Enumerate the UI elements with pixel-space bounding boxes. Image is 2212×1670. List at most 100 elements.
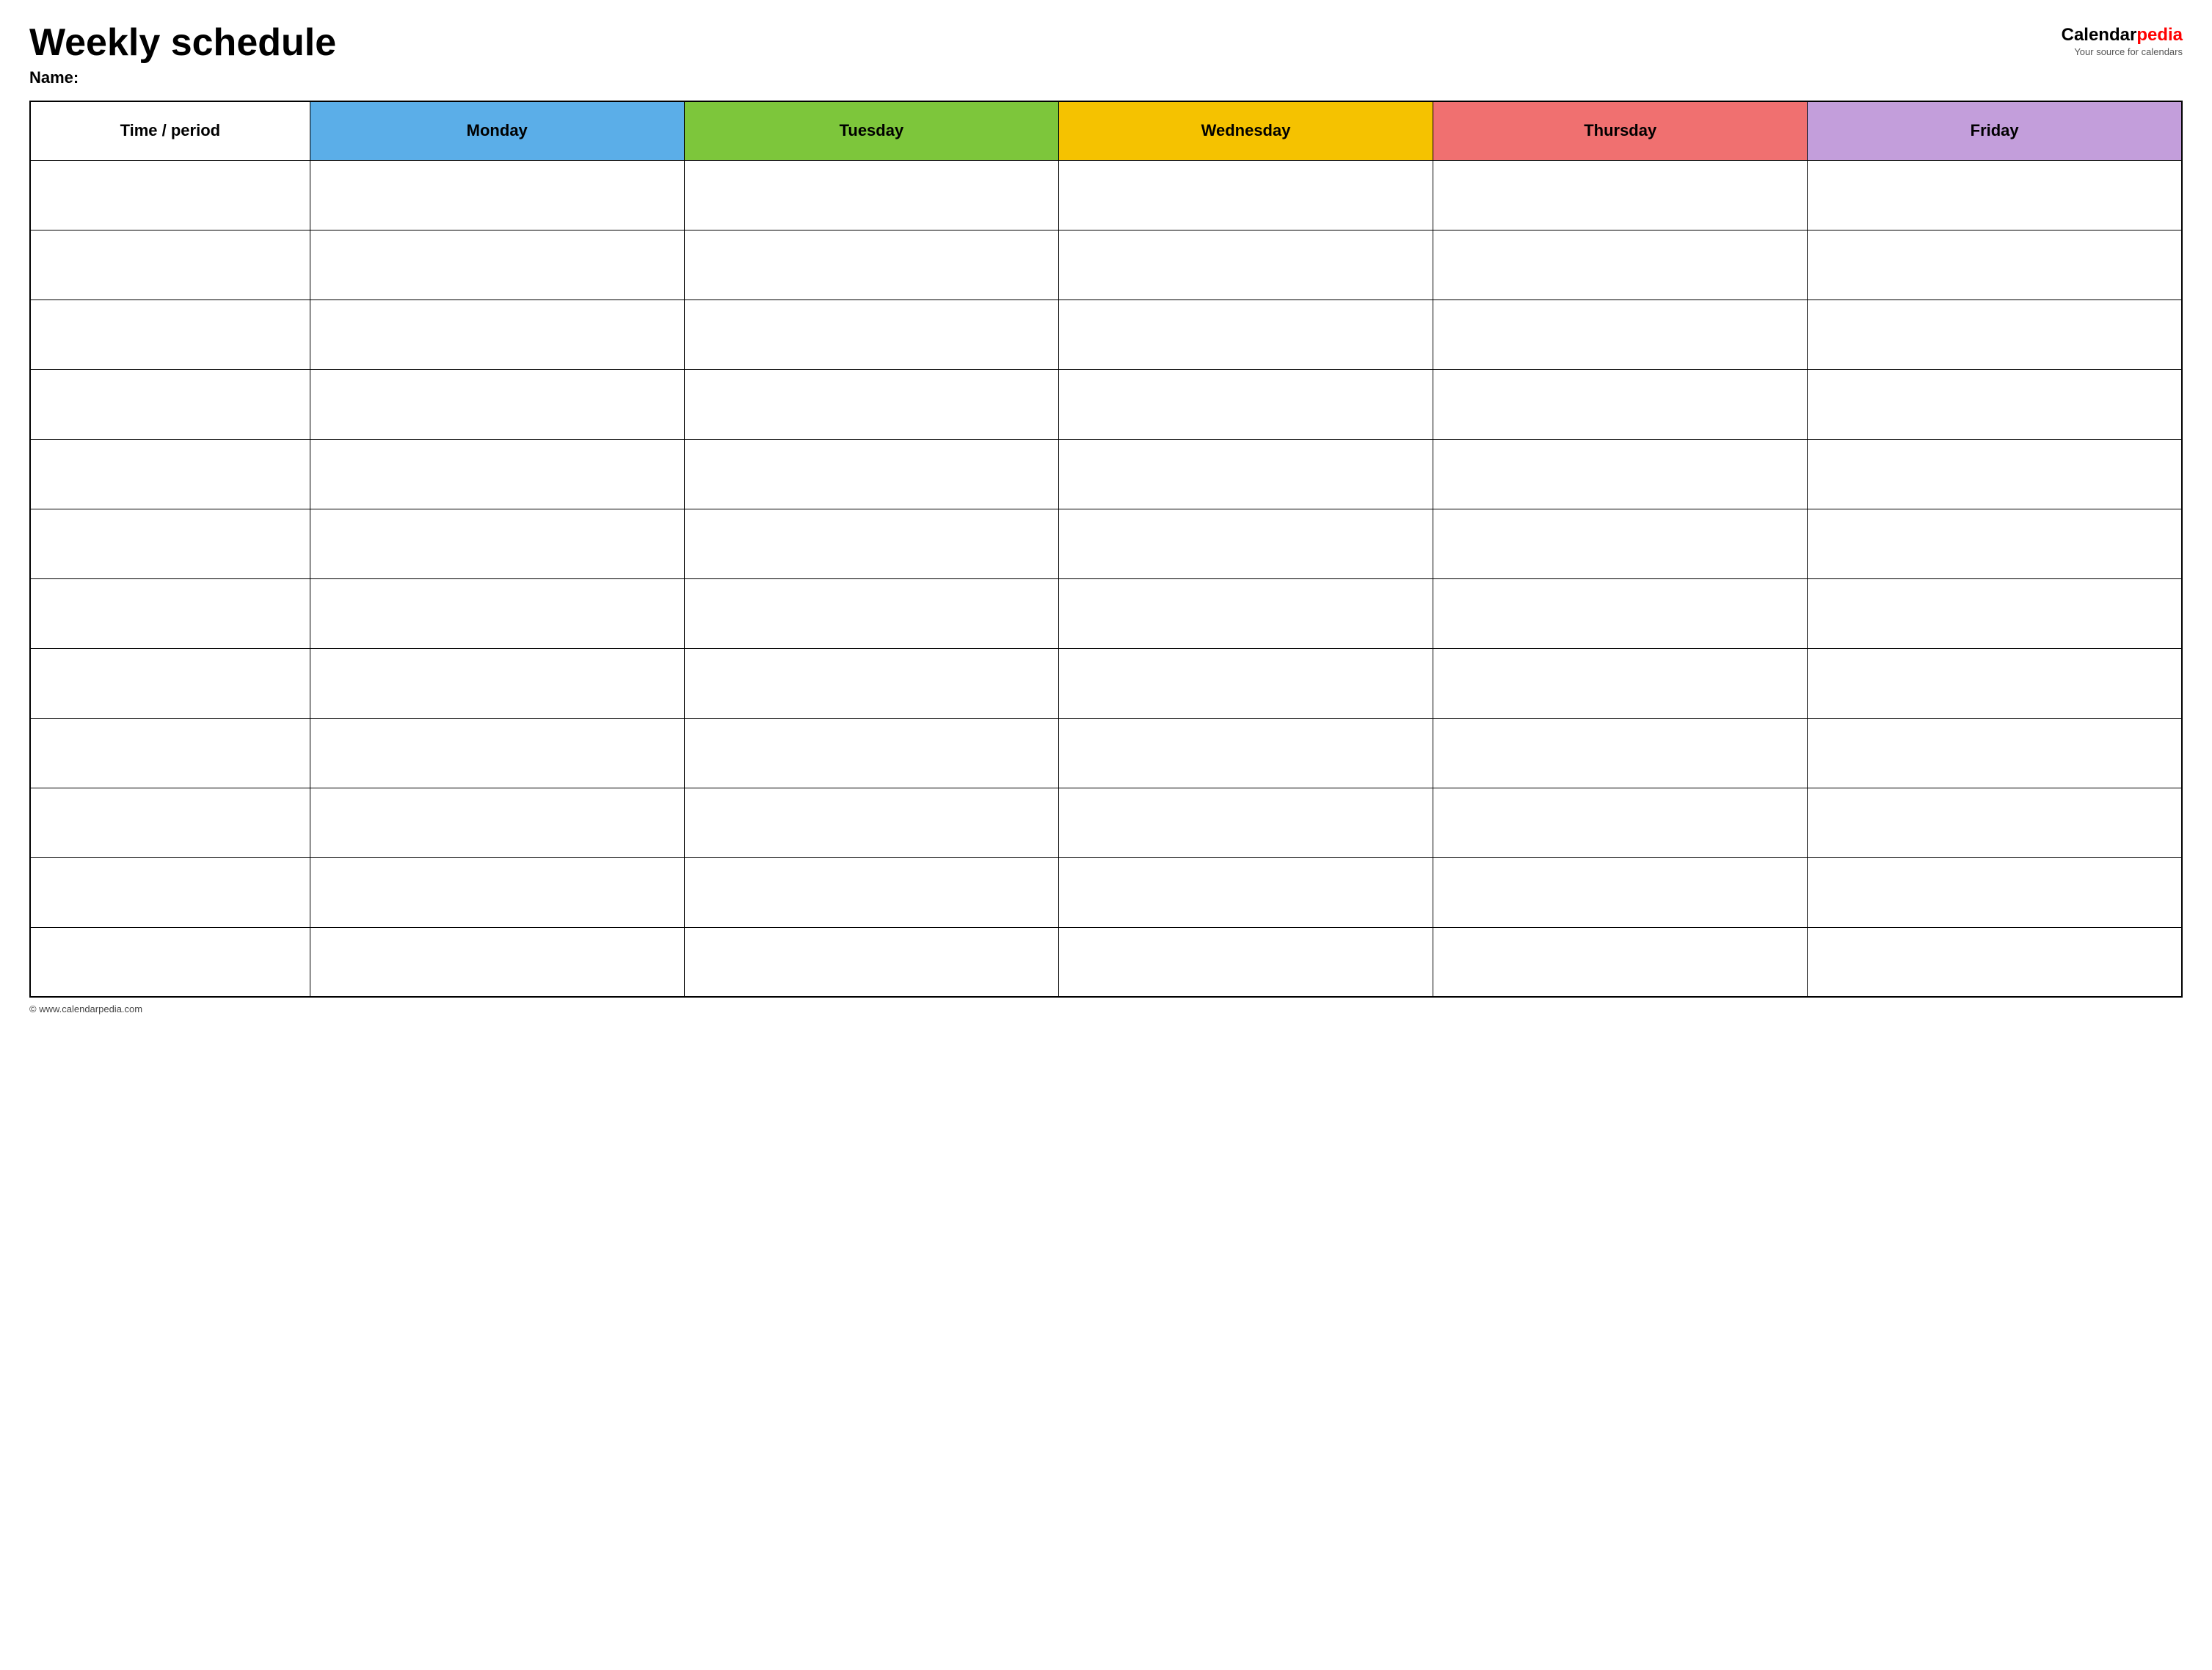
col-header-wednesday: Wednesday <box>1058 101 1433 160</box>
table-cell[interactable] <box>310 927 684 997</box>
table-cell[interactable] <box>1433 927 1808 997</box>
table-cell[interactable] <box>30 509 310 578</box>
table-cell[interactable] <box>1058 369 1433 439</box>
table-cell[interactable] <box>684 439 1058 509</box>
col-header-thursday: Thursday <box>1433 101 1808 160</box>
logo-calendar: Calendar <box>2062 25 2137 45</box>
table-cell[interactable] <box>1058 439 1433 509</box>
table-cell[interactable] <box>30 857 310 927</box>
table-cell[interactable] <box>30 718 310 788</box>
table-cell[interactable] <box>310 648 684 718</box>
table-row <box>30 857 2182 927</box>
name-label: Name: <box>29 68 336 87</box>
table-cell[interactable] <box>310 718 684 788</box>
table-cell[interactable] <box>30 160 310 230</box>
table-cell[interactable] <box>30 927 310 997</box>
table-row <box>30 509 2182 578</box>
table-cell[interactable] <box>1808 857 2182 927</box>
table-cell[interactable] <box>30 299 310 369</box>
table-cell[interactable] <box>1058 299 1433 369</box>
col-header-tuesday: Tuesday <box>684 101 1058 160</box>
table-cell[interactable] <box>310 578 684 648</box>
table-row <box>30 648 2182 718</box>
table-cell[interactable] <box>1808 788 2182 857</box>
table-row <box>30 230 2182 299</box>
table-row <box>30 927 2182 997</box>
table-cell[interactable] <box>1433 299 1808 369</box>
table-cell[interactable] <box>1808 439 2182 509</box>
table-cell[interactable] <box>684 857 1058 927</box>
table-cell[interactable] <box>310 160 684 230</box>
table-cell[interactable] <box>310 788 684 857</box>
table-row <box>30 788 2182 857</box>
table-cell[interactable] <box>684 718 1058 788</box>
table-cell[interactable] <box>1433 509 1808 578</box>
table-cell[interactable] <box>1808 718 2182 788</box>
table-cell[interactable] <box>310 509 684 578</box>
table-cell[interactable] <box>1808 927 2182 997</box>
table-cell[interactable] <box>1808 578 2182 648</box>
table-cell[interactable] <box>30 578 310 648</box>
table-cell[interactable] <box>1808 299 2182 369</box>
table-cell[interactable] <box>30 648 310 718</box>
table-cell[interactable] <box>30 230 310 299</box>
table-row <box>30 160 2182 230</box>
table-row <box>30 299 2182 369</box>
table-cell[interactable] <box>1808 160 2182 230</box>
table-row <box>30 578 2182 648</box>
table-cell[interactable] <box>684 369 1058 439</box>
table-cell[interactable] <box>1058 718 1433 788</box>
page-header: Weekly schedule Name: Calendarpedia Your… <box>29 22 2183 87</box>
table-cell[interactable] <box>1433 439 1808 509</box>
table-cell[interactable] <box>1808 509 2182 578</box>
table-cell[interactable] <box>1433 857 1808 927</box>
table-cell[interactable] <box>1808 230 2182 299</box>
table-cell[interactable] <box>1058 509 1433 578</box>
col-header-time: Time / period <box>30 101 310 160</box>
table-cell[interactable] <box>1433 160 1808 230</box>
col-header-friday: Friday <box>1808 101 2182 160</box>
table-cell[interactable] <box>1058 927 1433 997</box>
table-row <box>30 439 2182 509</box>
table-cell[interactable] <box>310 230 684 299</box>
title-section: Weekly schedule Name: <box>29 22 336 87</box>
schedule-table: Time / period Monday Tuesday Wednesday T… <box>29 101 2183 998</box>
logo-pedia: pedia <box>2136 25 2183 45</box>
logo-section: Calendarpedia Your source for calendars <box>2062 25 2183 57</box>
table-cell[interactable] <box>1433 648 1808 718</box>
table-cell[interactable] <box>684 509 1058 578</box>
table-cell[interactable] <box>310 299 684 369</box>
table-cell[interactable] <box>310 369 684 439</box>
footer: © www.calendarpedia.com <box>29 1003 2183 1014</box>
table-cell[interactable] <box>684 230 1058 299</box>
table-cell[interactable] <box>30 439 310 509</box>
table-cell[interactable] <box>310 439 684 509</box>
table-cell[interactable] <box>1058 857 1433 927</box>
table-cell[interactable] <box>1058 788 1433 857</box>
table-cell[interactable] <box>1433 718 1808 788</box>
table-cell[interactable] <box>684 578 1058 648</box>
table-cell[interactable] <box>1433 788 1808 857</box>
col-header-monday: Monday <box>310 101 684 160</box>
table-cell[interactable] <box>1058 230 1433 299</box>
table-cell[interactable] <box>1433 578 1808 648</box>
table-cell[interactable] <box>1058 648 1433 718</box>
table-cell[interactable] <box>30 369 310 439</box>
table-cell[interactable] <box>684 927 1058 997</box>
table-cell[interactable] <box>1808 369 2182 439</box>
table-cell[interactable] <box>1433 369 1808 439</box>
footer-url: © www.calendarpedia.com <box>29 1003 142 1014</box>
table-cell[interactable] <box>684 160 1058 230</box>
table-cell[interactable] <box>1433 230 1808 299</box>
table-cell[interactable] <box>684 648 1058 718</box>
table-cell[interactable] <box>1058 160 1433 230</box>
logo-text: Calendarpedia <box>2062 25 2183 46</box>
table-cell[interactable] <box>30 788 310 857</box>
table-cell[interactable] <box>1808 648 2182 718</box>
table-cell[interactable] <box>684 299 1058 369</box>
table-cell[interactable] <box>1058 578 1433 648</box>
table-cell[interactable] <box>684 788 1058 857</box>
page-title: Weekly schedule <box>29 22 336 64</box>
table-cell[interactable] <box>310 857 684 927</box>
table-header-row: Time / period Monday Tuesday Wednesday T… <box>30 101 2182 160</box>
